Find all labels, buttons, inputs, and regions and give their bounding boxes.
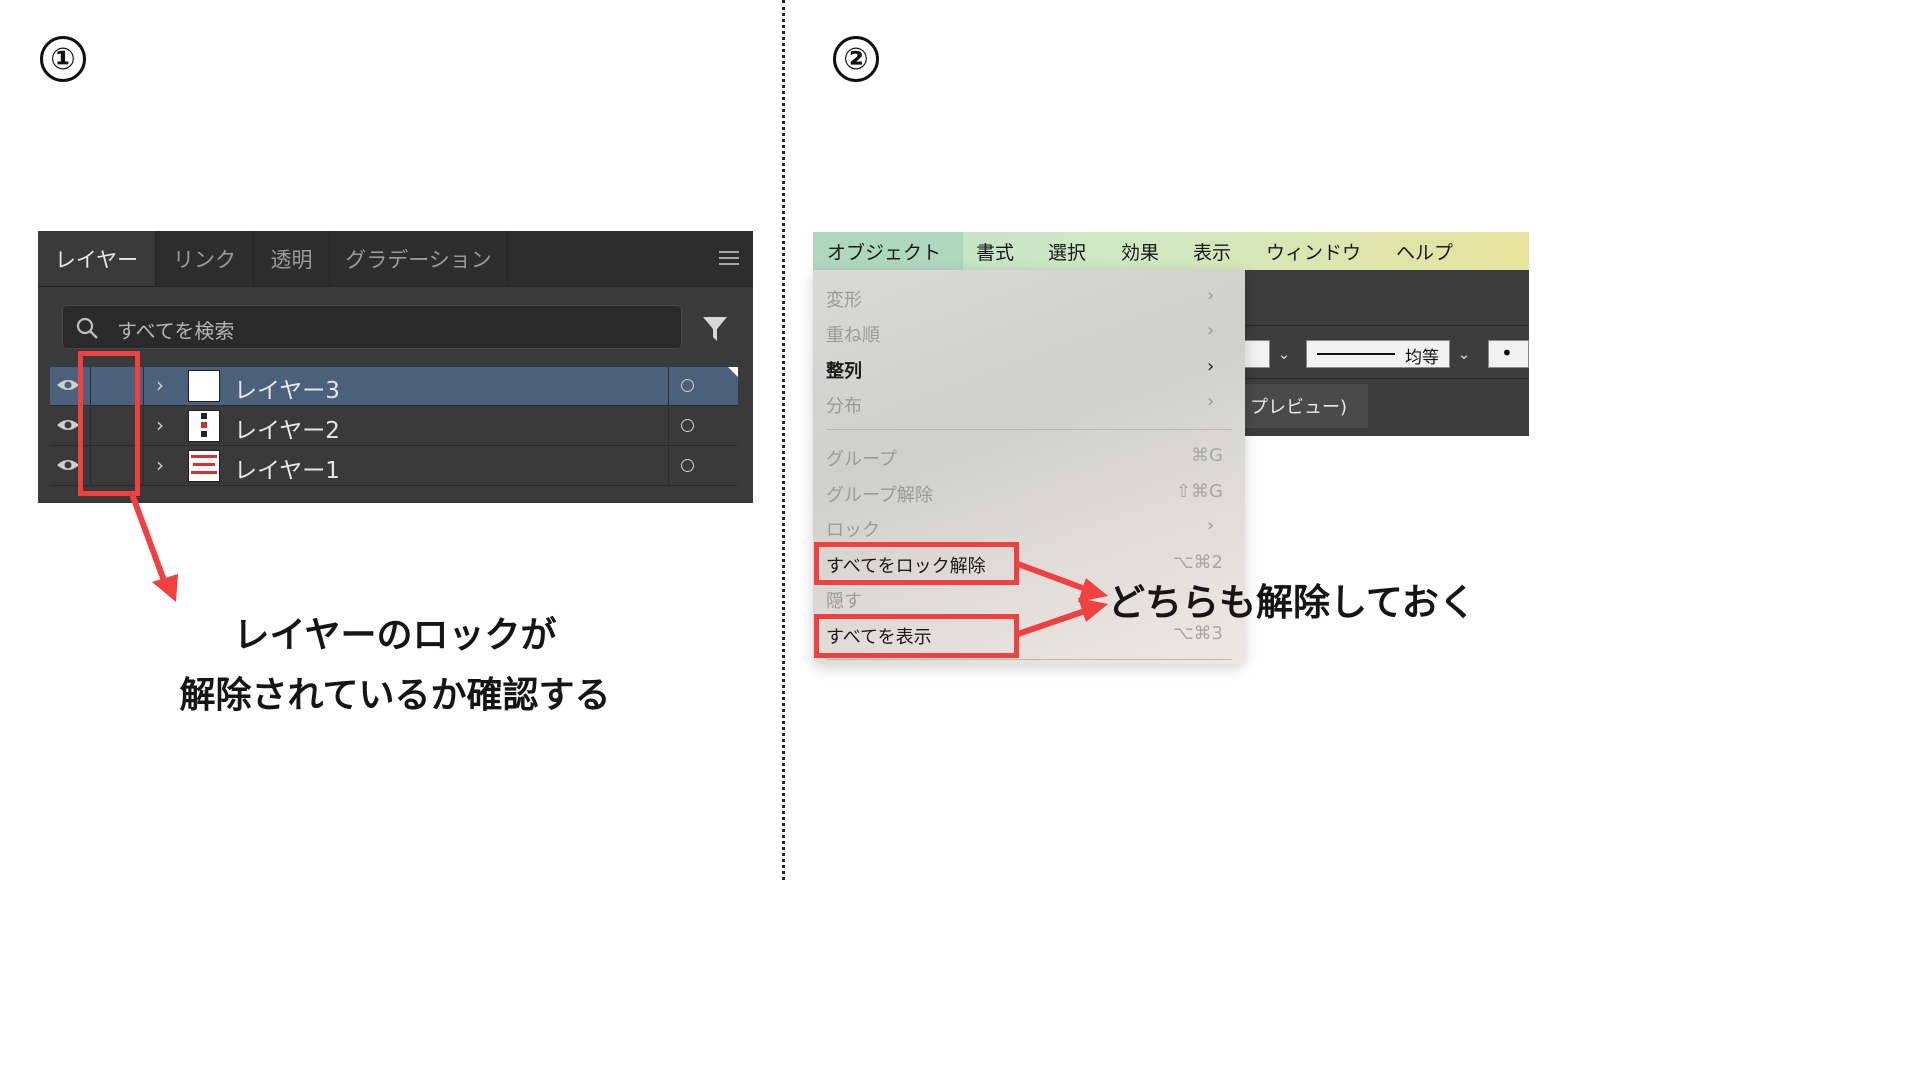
stroke-line-preview bbox=[1317, 353, 1395, 355]
dropdown-field[interactable] bbox=[1244, 340, 1270, 368]
document-tab[interactable]: プレビュー) bbox=[1244, 384, 1368, 428]
menu-item-label: グループ bbox=[826, 449, 897, 470]
lock-column-highlight bbox=[78, 351, 140, 496]
tab-layers[interactable]: レイヤー bbox=[38, 231, 156, 286]
show-all-highlight bbox=[814, 614, 1019, 658]
unlock-all-highlight bbox=[814, 542, 1019, 585]
toolbar-divider bbox=[1244, 378, 1529, 379]
submenu-arrow-icon: › bbox=[1207, 515, 1215, 536]
menu-item-label: 整列 bbox=[826, 361, 862, 382]
expand-chevron-icon[interactable]: › bbox=[156, 453, 164, 477]
expand-chevron-icon[interactable]: › bbox=[156, 413, 164, 437]
menu-type[interactable]: 書式 bbox=[976, 232, 1014, 270]
step-2-badge: ② bbox=[833, 36, 879, 82]
step-1-badge: ① bbox=[40, 36, 86, 82]
submenu-arrow-icon: › bbox=[1207, 391, 1215, 412]
menu-item-label: ロック bbox=[826, 520, 880, 541]
menu-item-shortcut: ⌥⌘2 bbox=[1172, 552, 1223, 573]
menu-view[interactable]: 表示 bbox=[1193, 232, 1231, 270]
stroke-profile-value: 均等 bbox=[1405, 348, 1439, 368]
caption-1-line-2: 解除されているか確認する bbox=[179, 675, 611, 716]
menu-item-label: 隠す bbox=[826, 591, 862, 612]
layer-name[interactable]: レイヤー2 bbox=[234, 411, 340, 445]
caption-step-1: レイヤーのロックが 解除されているか確認する bbox=[100, 606, 690, 726]
menu-item-label: 変形 bbox=[826, 290, 862, 311]
document-tab-label: プレビュー) bbox=[1250, 397, 1348, 418]
menu-item-group[interactable]: グループ ⌘G bbox=[813, 439, 1245, 473]
submenu-arrow-icon: › bbox=[1207, 356, 1215, 377]
layer-thumbnail bbox=[188, 410, 220, 442]
submenu-arrow-icon: › bbox=[1207, 285, 1215, 306]
target-circle-icon[interactable] bbox=[681, 459, 694, 472]
layer-search-input[interactable]: すべてを検索 bbox=[62, 305, 682, 349]
eye-icon[interactable] bbox=[56, 377, 80, 393]
menu-window[interactable]: ウィンドウ bbox=[1266, 232, 1361, 270]
menu-separator bbox=[826, 429, 1232, 430]
tab-gradient[interactable]: グラデーション bbox=[330, 231, 508, 286]
menu-item-label: グループ解除 bbox=[826, 485, 933, 506]
layer-row[interactable]: › レイヤー1 bbox=[50, 447, 738, 486]
layers-panel: レイヤー リンク 透明 グラデーション すべてを検索 › レイヤー3 › レイヤ… bbox=[38, 231, 753, 503]
filter-icon[interactable] bbox=[702, 315, 728, 343]
caption-step-2: どちらも解除しておく bbox=[1108, 581, 1476, 624]
layer-name[interactable]: レイヤー1 bbox=[234, 451, 340, 485]
target-circle-icon[interactable] bbox=[681, 419, 694, 432]
dotted-divider bbox=[782, 0, 785, 880]
brush-dropdown[interactable]: • bbox=[1488, 340, 1529, 368]
layer-row[interactable]: › レイヤー2 bbox=[50, 407, 738, 446]
menu-item-shortcut: ⌘G bbox=[1191, 445, 1223, 466]
caption-1-line-1: レイヤーのロックが bbox=[233, 615, 557, 656]
eye-icon[interactable] bbox=[56, 457, 80, 473]
toolbar-divider bbox=[1244, 325, 1529, 326]
thumbnail-art-icon bbox=[201, 413, 207, 437]
menu-separator bbox=[826, 659, 1232, 660]
menu-item-shortcut: ⇧⌘G bbox=[1175, 481, 1223, 502]
menu-item-align[interactable]: 整列 › bbox=[813, 351, 1245, 385]
search-icon bbox=[76, 317, 98, 339]
menu-bar: オブジェクト 書式 選択 効果 表示 ウィンドウ ヘルプ bbox=[813, 232, 1529, 270]
menu-select[interactable]: 選択 bbox=[1048, 232, 1086, 270]
menu-item-label: 重ね順 bbox=[826, 325, 880, 346]
thumbnail-art-icon bbox=[191, 455, 217, 474]
menu-item-shortcut: ⌥⌘3 bbox=[1172, 623, 1223, 644]
tab-links[interactable]: リンク bbox=[156, 231, 254, 286]
menu-object[interactable]: オブジェクト bbox=[813, 232, 963, 270]
menu-item-label: 分布 bbox=[826, 396, 862, 417]
menu-item-arrange[interactable]: 重ね順 › bbox=[813, 315, 1245, 349]
column-divider bbox=[668, 367, 669, 405]
layer-thumbnail bbox=[188, 450, 220, 482]
column-divider bbox=[668, 447, 669, 485]
panel-tab-bar: レイヤー リンク 透明 グラデーション bbox=[38, 231, 753, 287]
selection-corner-icon bbox=[728, 367, 738, 377]
menu-item-distribute[interactable]: 分布 › bbox=[813, 386, 1245, 420]
dot-icon: • bbox=[1501, 341, 1513, 365]
menu-item-transform[interactable]: 変形 › bbox=[813, 280, 1245, 314]
target-circle-icon[interactable] bbox=[681, 379, 694, 392]
chevron-down-icon[interactable]: ⌄ bbox=[1270, 340, 1298, 368]
red-arrows-icon bbox=[1016, 561, 1108, 637]
eye-icon[interactable] bbox=[56, 417, 80, 433]
menu-help[interactable]: ヘルプ bbox=[1396, 232, 1453, 270]
tab-transparency[interactable]: 透明 bbox=[254, 231, 330, 286]
red-arrow-icon bbox=[129, 492, 178, 602]
stroke-profile-dropdown[interactable]: 均等 bbox=[1306, 340, 1450, 368]
submenu-arrow-icon: › bbox=[1207, 320, 1215, 341]
menu-effect[interactable]: 効果 bbox=[1121, 232, 1159, 270]
layer-row[interactable]: › レイヤー3 bbox=[50, 367, 738, 406]
expand-chevron-icon[interactable]: › bbox=[156, 373, 164, 397]
chevron-down-icon[interactable]: ⌄ bbox=[1450, 340, 1478, 368]
background-app-window: ⌄ 均等 ⌄ • プレビュー) bbox=[1244, 270, 1529, 436]
panel-menu-icon[interactable] bbox=[719, 251, 739, 267]
column-divider bbox=[668, 407, 669, 445]
search-placeholder: すべてを検索 bbox=[117, 319, 235, 343]
layer-thumbnail bbox=[188, 370, 220, 402]
menu-item-lock[interactable]: ロック › bbox=[813, 510, 1245, 544]
menu-item-ungroup[interactable]: グループ解除 ⇧⌘G bbox=[813, 475, 1245, 509]
layer-name[interactable]: レイヤー3 bbox=[234, 371, 340, 405]
